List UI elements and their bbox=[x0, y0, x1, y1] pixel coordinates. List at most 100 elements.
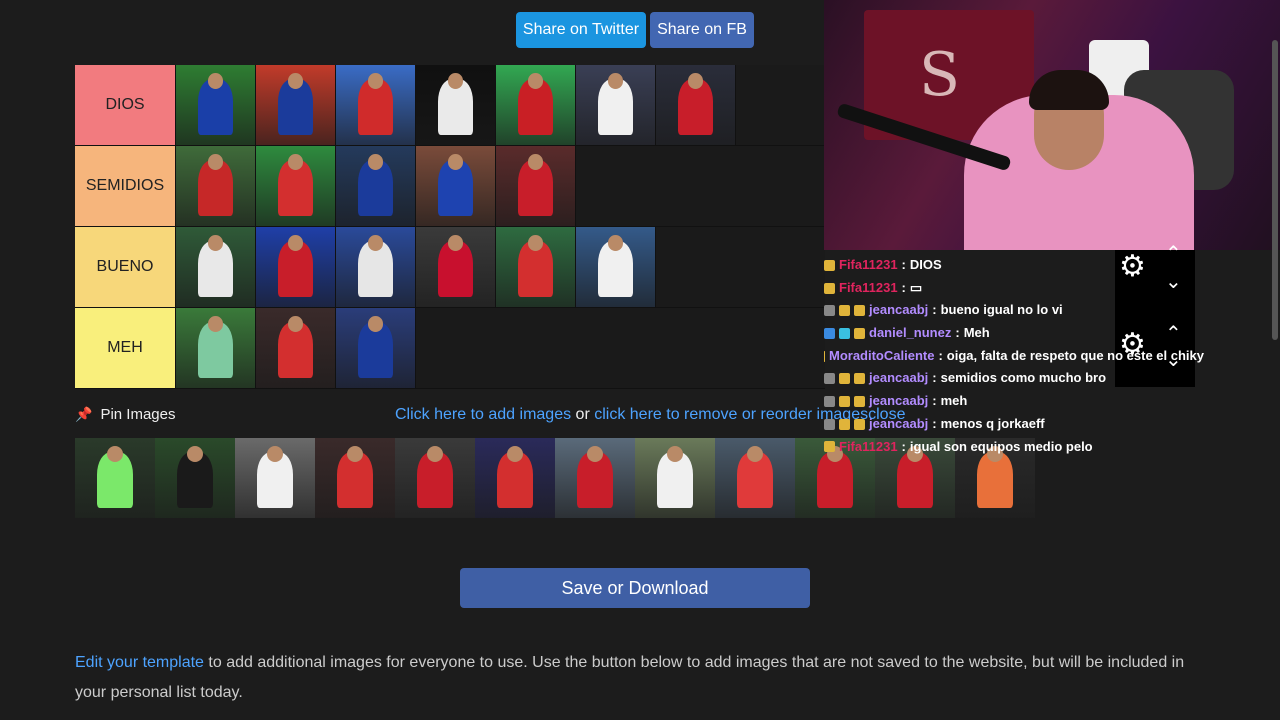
player-card[interactable] bbox=[576, 227, 656, 307]
player-card[interactable] bbox=[576, 65, 656, 145]
share-facebook-button[interactable]: Share on FB bbox=[650, 12, 754, 48]
pool-player-card[interactable] bbox=[395, 438, 475, 518]
player-head bbox=[667, 446, 683, 462]
chat-text: Meh bbox=[963, 325, 990, 341]
chat-text: igual son equipos medio pelo bbox=[909, 438, 1093, 454]
chat-separator: : bbox=[932, 370, 937, 386]
footer-text: Edit your template to add additional ima… bbox=[75, 648, 1185, 708]
player-card[interactable] bbox=[256, 146, 336, 226]
chat-separator: : bbox=[932, 302, 937, 318]
chat-separator: : bbox=[955, 325, 960, 341]
player-card[interactable] bbox=[336, 227, 416, 307]
chat-separator: : bbox=[932, 393, 937, 409]
chat-text: DIOS bbox=[909, 257, 942, 272]
tier-label[interactable]: BUENO bbox=[75, 227, 176, 307]
chat-message: MoraditoCaliente : oiga, falta de respet… bbox=[824, 345, 1204, 368]
badge-icon bbox=[824, 259, 835, 271]
player-card[interactable] bbox=[176, 65, 256, 145]
edit-template-link[interactable]: Edit your template bbox=[75, 654, 204, 671]
badge-icon bbox=[839, 327, 850, 339]
tier-list: DIOS SEMIDIOS BUENO MEH bbox=[75, 65, 825, 389]
tier-dropzone[interactable] bbox=[176, 146, 825, 226]
badge-icon bbox=[824, 373, 835, 385]
player-card[interactable] bbox=[336, 308, 416, 388]
player-card[interactable] bbox=[416, 65, 496, 145]
pool-player-card[interactable] bbox=[555, 438, 635, 518]
player-head bbox=[427, 446, 443, 462]
player-card[interactable] bbox=[256, 227, 336, 307]
tier-dropzone[interactable] bbox=[176, 65, 825, 145]
badge-icon bbox=[824, 418, 835, 430]
pin-images-toggle[interactable]: 📌 Pin Images bbox=[75, 406, 175, 423]
chat-username: jeancaabj bbox=[869, 393, 929, 409]
tier-row: DIOS bbox=[75, 65, 825, 146]
tier-label[interactable]: DIOS bbox=[75, 65, 176, 145]
chat-text: oiga, falta de respeto que no este el ch… bbox=[946, 347, 1204, 363]
chat-text: ▭ bbox=[909, 279, 923, 295]
save-download-button[interactable]: Save or Download bbox=[460, 568, 810, 608]
pool-player-card[interactable] bbox=[475, 438, 555, 518]
flag-letter: S bbox=[919, 40, 961, 110]
player-card[interactable] bbox=[176, 308, 256, 388]
tier-dropzone[interactable] bbox=[176, 308, 825, 388]
tier-label[interactable]: SEMIDIOS bbox=[75, 146, 176, 226]
player-card[interactable] bbox=[496, 227, 576, 307]
badge-icon bbox=[824, 305, 835, 317]
pool-player-card[interactable] bbox=[155, 438, 235, 518]
chat-username: daniel_nunez bbox=[869, 325, 952, 341]
chat-separator: : bbox=[938, 347, 943, 363]
pool-player-card[interactable] bbox=[315, 438, 395, 518]
chat-separator: : bbox=[932, 415, 937, 431]
player-card[interactable] bbox=[256, 65, 336, 145]
or-text: or bbox=[571, 406, 595, 423]
pool-player-card[interactable] bbox=[715, 438, 795, 518]
badge-icon bbox=[854, 305, 865, 317]
add-images-link[interactable]: Click here to add images bbox=[395, 406, 571, 423]
badge-icon bbox=[839, 305, 850, 317]
player-card[interactable] bbox=[256, 308, 336, 388]
chat-username: jeancaabj bbox=[869, 302, 929, 318]
tier-row: SEMIDIOS bbox=[75, 146, 825, 227]
player-head bbox=[107, 446, 123, 462]
badge-icon bbox=[854, 395, 865, 407]
player-card[interactable] bbox=[416, 146, 496, 226]
player-head bbox=[347, 446, 363, 462]
badge-icon bbox=[854, 373, 865, 385]
player-head bbox=[587, 446, 603, 462]
chat-message: Fifa11231 : igual son equipos medio pelo bbox=[824, 436, 1204, 459]
tier-row: BUENO bbox=[75, 227, 825, 308]
player-card[interactable] bbox=[496, 65, 576, 145]
player-card[interactable] bbox=[416, 227, 496, 307]
player-card[interactable] bbox=[176, 146, 256, 226]
chat-message: Fifa11231 : ▭ bbox=[824, 277, 1204, 300]
badge-icon bbox=[824, 350, 825, 362]
badge-icon bbox=[854, 327, 865, 339]
pin-icon: 📌 bbox=[75, 406, 93, 422]
player-head bbox=[507, 446, 523, 462]
page-scrollbar[interactable] bbox=[1272, 40, 1278, 340]
player-head bbox=[187, 446, 203, 462]
player-card[interactable] bbox=[656, 65, 736, 145]
pool-player-card[interactable] bbox=[235, 438, 315, 518]
player-head bbox=[267, 446, 283, 462]
pool-player-card[interactable] bbox=[635, 438, 715, 518]
chat-message: daniel_nunez : Meh bbox=[824, 322, 1204, 345]
tier-label[interactable]: MEH bbox=[75, 308, 176, 388]
tier-row: MEH bbox=[75, 308, 825, 389]
chat-username: Fifa11231 bbox=[839, 438, 898, 454]
chat-separator: : bbox=[901, 257, 906, 272]
chat-username: Fifa11231 bbox=[839, 257, 898, 272]
chat-message: jeancaabj : semidios como mucho bro bbox=[824, 367, 1204, 390]
player-card[interactable] bbox=[176, 227, 256, 307]
webcam-overlay: S bbox=[824, 0, 1280, 250]
player-card[interactable] bbox=[336, 146, 416, 226]
chat-text: semidios como mucho bro bbox=[940, 370, 1107, 386]
pool-player-card[interactable] bbox=[75, 438, 155, 518]
badge-icon bbox=[839, 373, 850, 385]
share-twitter-button[interactable]: Share on Twitter bbox=[516, 12, 646, 48]
player-card[interactable] bbox=[336, 65, 416, 145]
chat-username: jeancaabj bbox=[869, 370, 929, 386]
tier-dropzone[interactable] bbox=[176, 227, 825, 307]
player-card[interactable] bbox=[496, 146, 576, 226]
badge-icon bbox=[824, 327, 835, 339]
